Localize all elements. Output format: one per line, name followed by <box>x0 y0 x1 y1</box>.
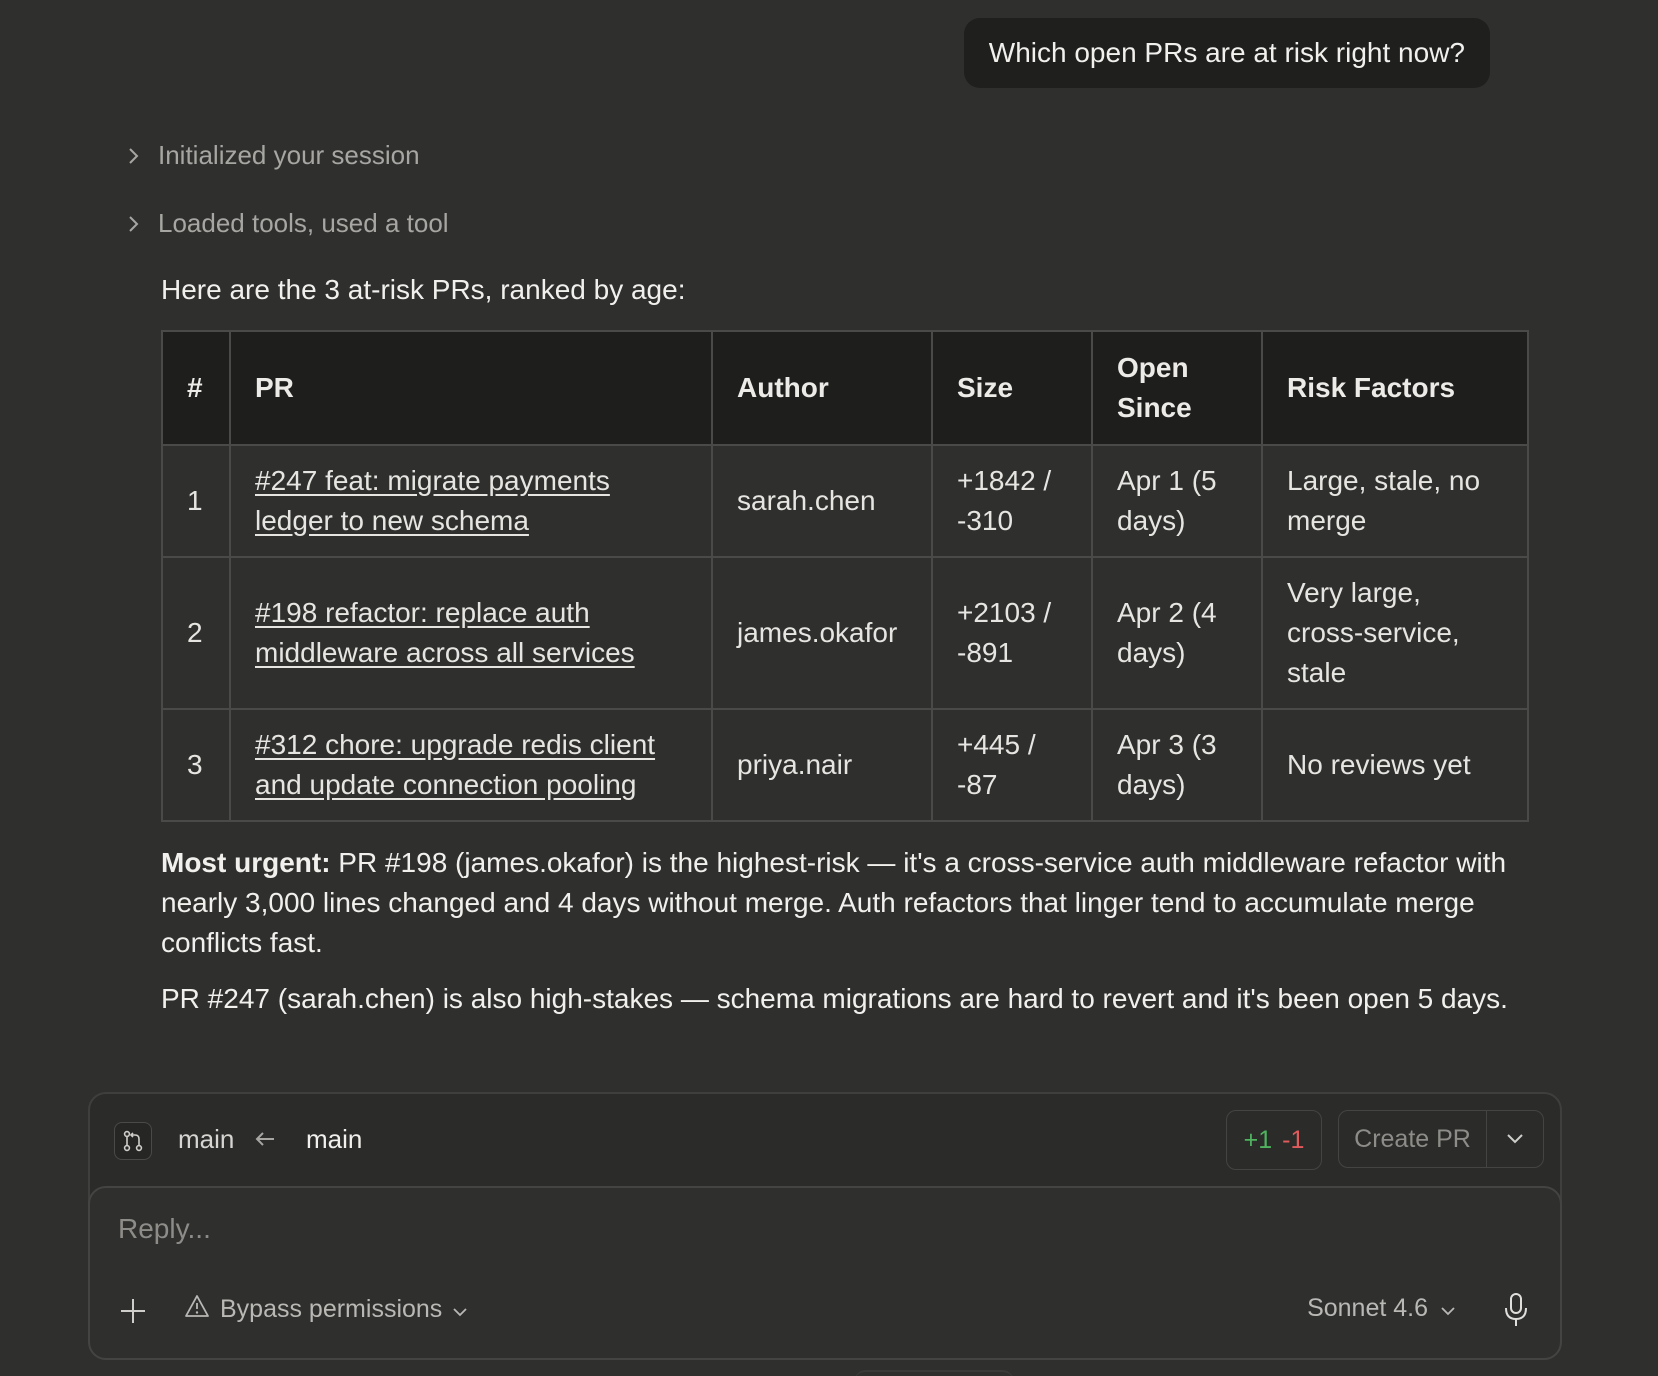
user-message-text: Which open PRs are at risk right now? <box>988 37 1465 68</box>
at-risk-prs-table: # PR Author Size Open Since Risk Factors… <box>161 330 1529 822</box>
row-size: +1842 / -310 <box>931 444 1093 558</box>
header-risk-factors: Risk Factors <box>1261 330 1529 446</box>
pr-link[interactable]: #198 refactor: replace auth middleware a… <box>255 597 635 668</box>
reply-box: Bypass permissions Sonnet 4.6 <box>88 1186 1562 1360</box>
create-pr-button[interactable]: Create PR <box>1339 1125 1486 1154</box>
row-open-since: Apr 2 (4 days) <box>1091 556 1263 710</box>
chevron-right-icon <box>126 147 142 164</box>
row-num: 1 <box>161 444 231 558</box>
model-label: Sonnet 4.6 <box>1307 1294 1428 1322</box>
chevron-right-icon <box>126 215 142 232</box>
row-author: james.okafor <box>711 556 933 710</box>
table-row: 3 #312 chore: upgrade redis client and u… <box>161 708 1529 822</box>
header-num: # <box>161 330 231 446</box>
diff-stats-badge[interactable]: +1 -1 <box>1226 1110 1322 1170</box>
chat-page: Which open PRs are at risk right now? In… <box>0 0 1658 1376</box>
step-label: Initialized your session <box>158 140 420 170</box>
step-loaded-tools[interactable]: Loaded tools, used a tool <box>126 208 449 239</box>
model-selector[interactable]: Sonnet 4.6 <box>1307 1294 1456 1323</box>
row-risk-factors: No reviews yet <box>1261 708 1529 822</box>
diff-deletions: -1 <box>1282 1125 1305 1154</box>
git-branch-icon[interactable] <box>114 1122 152 1160</box>
intro-text: Here are the 3 at-risk PRs, ranked by ag… <box>161 274 686 305</box>
row-author: priya.nair <box>711 708 933 822</box>
microphone-icon[interactable] <box>1498 1290 1534 1330</box>
row-pr-cell: #247 feat: migrate payments ledger to ne… <box>229 444 713 558</box>
branch-to[interactable]: main <box>306 1124 362 1155</box>
row-size: +2103 / -891 <box>931 556 1093 710</box>
row-pr-cell: #312 chore: upgrade redis client and upd… <box>229 708 713 822</box>
branch-from[interactable]: main <box>178 1124 234 1155</box>
row-size: +445 / -87 <box>931 708 1093 822</box>
plus-icon[interactable] <box>118 1296 148 1326</box>
step-initialized-session[interactable]: Initialized your session <box>126 140 420 171</box>
row-open-since: Apr 3 (3 days) <box>1091 708 1263 822</box>
row-risk-factors: Very large, cross-service, stale <box>1261 556 1529 710</box>
pr-link[interactable]: #312 chore: upgrade redis client and upd… <box>255 729 655 800</box>
pr-link[interactable]: #247 feat: migrate payments ledger to ne… <box>255 465 610 536</box>
chevron-down-icon[interactable] <box>1486 1111 1543 1167</box>
diff-additions: +1 <box>1243 1125 1273 1154</box>
create-pr-split-button: Create PR <box>1338 1110 1544 1168</box>
step-label: Loaded tools, used a tool <box>158 208 449 238</box>
header-author: Author <box>711 330 933 446</box>
permissions-label: Bypass permissions <box>220 1295 443 1323</box>
warning-icon <box>184 1294 210 1325</box>
permissions-dropdown[interactable]: Bypass permissions <box>184 1294 468 1325</box>
summary-urgent-paragraph: Most urgent: PR #198 (james.okafor) is t… <box>161 843 1529 963</box>
table-row: 1 #247 feat: migrate payments ledger to … <box>161 444 1529 558</box>
table-header-row: # PR Author Size Open Since Risk Factors <box>161 330 1529 446</box>
row-num: 3 <box>161 708 231 822</box>
row-num: 2 <box>161 556 231 710</box>
header-size: Size <box>931 330 1093 446</box>
urgent-text: PR #198 (james.okafor) is the highest-ri… <box>161 847 1507 958</box>
composer: main main +1 -1 Create PR Reply... Bypas… <box>88 1092 1562 1360</box>
chevron-down-icon <box>1440 1294 1456 1323</box>
chevron-down-icon <box>452 1295 468 1324</box>
table-row: 2 #198 refactor: replace auth middleware… <box>161 556 1529 710</box>
arrow-left-icon <box>252 1126 278 1152</box>
row-pr-cell: #198 refactor: replace auth middleware a… <box>229 556 713 710</box>
header-pr: PR <box>229 330 713 446</box>
row-risk-factors: Large, stale, no merge <box>1261 444 1529 558</box>
urgent-label: Most urgent: <box>161 847 331 878</box>
reply-input[interactable] <box>116 1212 1420 1246</box>
scroll-handle <box>854 1370 1014 1376</box>
row-author: sarah.chen <box>711 444 933 558</box>
user-message-bubble: Which open PRs are at risk right now? <box>963 18 1490 88</box>
header-open-since: Open Since <box>1091 330 1263 446</box>
branch-bar: main main +1 -1 Create PR <box>90 1094 1560 1186</box>
summary-second-paragraph: PR #247 (sarah.chen) is also high-stakes… <box>161 983 1508 1014</box>
row-open-since: Apr 1 (5 days) <box>1091 444 1263 558</box>
